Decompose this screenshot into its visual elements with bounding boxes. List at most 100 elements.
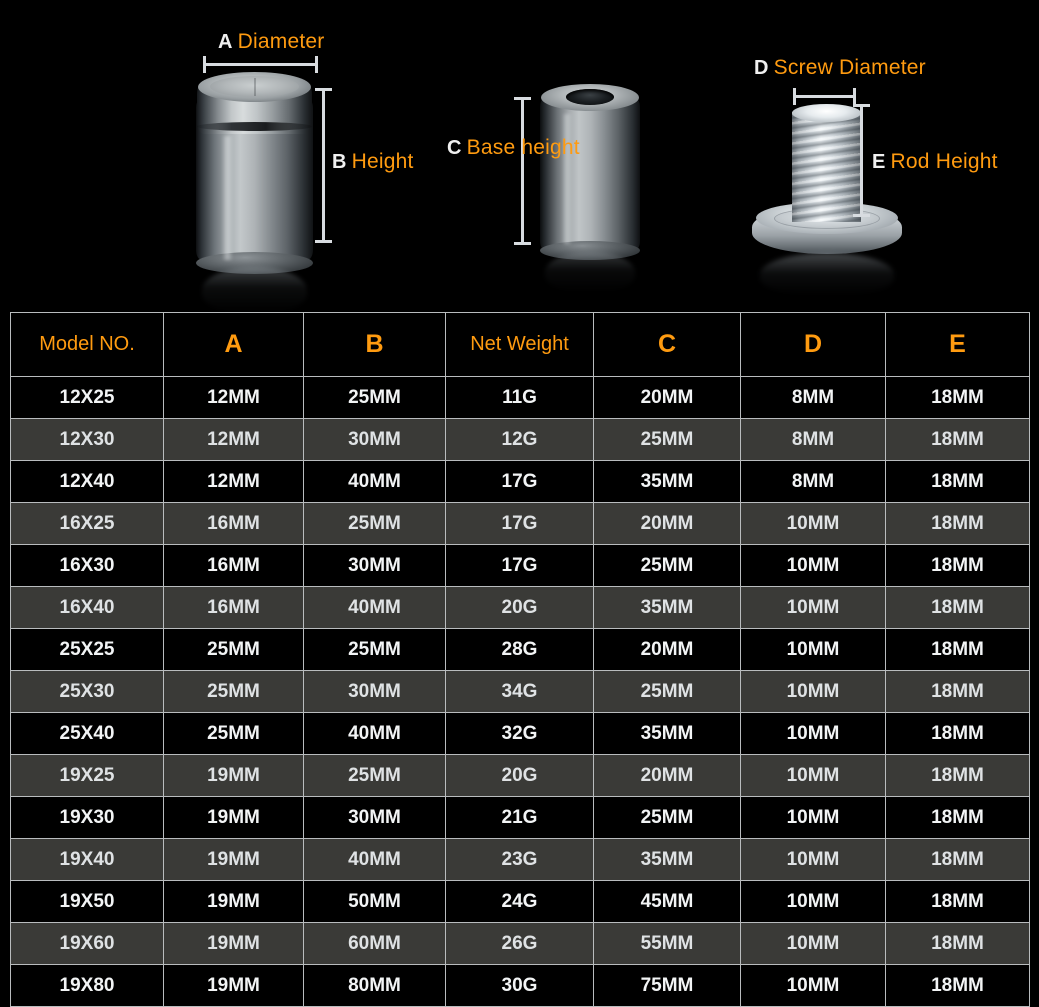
annotation-rod-height: E Rod Height bbox=[872, 150, 998, 174]
standoff-cap-slot bbox=[254, 78, 255, 96]
table-cell: 10MM bbox=[740, 628, 886, 671]
table-head: Model NO. A B Net Weight C D E bbox=[10, 312, 1030, 377]
table-cell: 30G bbox=[445, 964, 594, 1007]
table-header-row: Model NO. A B Net Weight C D E bbox=[10, 312, 1030, 377]
table-row: 19X30 19MM 30MM 21G 25MM 10MM 18MM bbox=[10, 796, 1030, 839]
table-cell-model: 25X30 bbox=[10, 670, 164, 713]
annotation-base-height: C Base height bbox=[447, 136, 580, 160]
table-cell: 25MM bbox=[303, 754, 446, 797]
table-row: 25X25 25MM 25MM 28G 20MM 10MM 18MM bbox=[10, 628, 1030, 671]
table-cell-model: 25X40 bbox=[10, 712, 164, 755]
annotation-rod-height-letter: E bbox=[872, 151, 886, 173]
table-cell: 18MM bbox=[885, 544, 1030, 587]
table-cell-model: 16X25 bbox=[10, 502, 164, 545]
table-header-cell-model-no: Model NO. bbox=[10, 312, 164, 377]
table-cell: 35MM bbox=[593, 838, 741, 881]
dimension-line-diameter bbox=[203, 56, 318, 73]
table-cell-model: 12X25 bbox=[10, 376, 164, 419]
barrel-body bbox=[540, 98, 640, 250]
table-header-cell-b: B bbox=[303, 312, 446, 377]
table-cell: 17G bbox=[445, 544, 594, 587]
table-cell: 18MM bbox=[885, 586, 1030, 629]
table-header-cell-e: E bbox=[885, 312, 1030, 377]
table-cell: 19MM bbox=[163, 796, 304, 839]
table-cell: 16MM bbox=[163, 586, 304, 629]
table-cell: 18MM bbox=[885, 754, 1030, 797]
annotation-height: B Height bbox=[332, 150, 414, 174]
table-cell: 8MM bbox=[740, 460, 886, 503]
table-cell: 30MM bbox=[303, 796, 446, 839]
dimension-line-rod-height bbox=[853, 104, 870, 217]
table-cell: 18MM bbox=[885, 922, 1030, 965]
table-cell: 10MM bbox=[740, 880, 886, 923]
table-cell: 18MM bbox=[885, 418, 1030, 461]
table-cell: 40MM bbox=[303, 586, 446, 629]
table-cell: 40MM bbox=[303, 838, 446, 881]
table-cell: 40MM bbox=[303, 460, 446, 503]
table-cell: 24G bbox=[445, 880, 594, 923]
table-row: 25X30 25MM 30MM 34G 25MM 10MM 18MM bbox=[10, 670, 1030, 713]
table-header-cell-a: A bbox=[163, 312, 304, 377]
table-cell: 18MM bbox=[885, 880, 1030, 923]
table-cell: 23G bbox=[445, 838, 594, 881]
table-cell: 12G bbox=[445, 418, 594, 461]
table-cell: 12MM bbox=[163, 460, 304, 503]
product-image-standoff bbox=[196, 72, 313, 312]
table-cell: 34G bbox=[445, 670, 594, 713]
table-row: 19X25 19MM 25MM 20G 20MM 10MM 18MM bbox=[10, 754, 1030, 797]
table-cell: 18MM bbox=[885, 376, 1030, 419]
table-cell: 16MM bbox=[163, 502, 304, 545]
table-cell: 25MM bbox=[303, 628, 446, 671]
screw-threads bbox=[792, 112, 861, 222]
barrel-highlight bbox=[562, 114, 572, 244]
table-cell: 16MM bbox=[163, 544, 304, 587]
table-cell: 12MM bbox=[163, 418, 304, 461]
table-cell: 17G bbox=[445, 460, 594, 503]
table-row: 16X30 16MM 30MM 17G 25MM 10MM 18MM bbox=[10, 544, 1030, 587]
table-row: 16X25 16MM 25MM 17G 20MM 10MM 18MM bbox=[10, 502, 1030, 545]
table-cell: 18MM bbox=[885, 838, 1030, 881]
table-row: 12X40 12MM 40MM 17G 35MM 8MM 18MM bbox=[10, 460, 1030, 503]
table-cell: 20MM bbox=[593, 376, 741, 419]
table-cell: 20G bbox=[445, 754, 594, 797]
table-cell: 10MM bbox=[740, 502, 886, 545]
table-cell: 19MM bbox=[163, 922, 304, 965]
table-cell: 19MM bbox=[163, 754, 304, 797]
annotation-height-letter: B bbox=[332, 151, 347, 173]
table-cell: 25MM bbox=[593, 670, 741, 713]
product-image-barrel bbox=[540, 84, 640, 292]
table-cell: 75MM bbox=[593, 964, 741, 1007]
table-cell-model: 19X60 bbox=[10, 922, 164, 965]
table-row: 16X40 16MM 40MM 20G 35MM 10MM 18MM bbox=[10, 586, 1030, 629]
table-cell: 8MM bbox=[740, 376, 886, 419]
table-cell: 30MM bbox=[303, 418, 446, 461]
table-cell-model: 19X30 bbox=[10, 796, 164, 839]
table-cell-model: 19X80 bbox=[10, 964, 164, 1007]
table-cell: 25MM bbox=[163, 712, 304, 755]
table-cell: 32G bbox=[445, 712, 594, 755]
table-cell: 18MM bbox=[885, 628, 1030, 671]
table-cell: 18MM bbox=[885, 460, 1030, 503]
table-header-cell-net-weight: Net Weight bbox=[445, 312, 594, 377]
table-cell: 20MM bbox=[593, 754, 741, 797]
table-cell: 25MM bbox=[163, 670, 304, 713]
table-cell: 80MM bbox=[303, 964, 446, 1007]
table-cell: 25MM bbox=[303, 376, 446, 419]
annotation-diameter-letter: A bbox=[218, 31, 233, 53]
annotation-base-height-letter: C bbox=[447, 137, 462, 159]
table-cell: 45MM bbox=[593, 880, 741, 923]
table-cell-model: 16X30 bbox=[10, 544, 164, 587]
table-cell: 19MM bbox=[163, 838, 304, 881]
table-cell: 25MM bbox=[303, 502, 446, 545]
table-body: 12X25 12MM 25MM 11G 20MM 8MM 18MM 12X30 12MM 30MM… bbox=[10, 376, 1030, 1007]
table-row: 19X40 19MM 40MM 23G 35MM 10MM 18MM bbox=[10, 838, 1030, 881]
product-diagram-area: A Diameter B Height C Base height D Screw Di… bbox=[0, 0, 1039, 312]
table-cell-model: 12X40 bbox=[10, 460, 164, 503]
annotation-screw-diameter-text: Screw Diameter bbox=[773, 56, 926, 79]
table-cell: 60MM bbox=[303, 922, 446, 965]
table-cell: 10MM bbox=[740, 670, 886, 713]
screw-reflection bbox=[760, 253, 894, 295]
table-header-cell-d: D bbox=[740, 312, 886, 377]
table-cell: 40MM bbox=[303, 712, 446, 755]
table-cell: 30MM bbox=[303, 544, 446, 587]
